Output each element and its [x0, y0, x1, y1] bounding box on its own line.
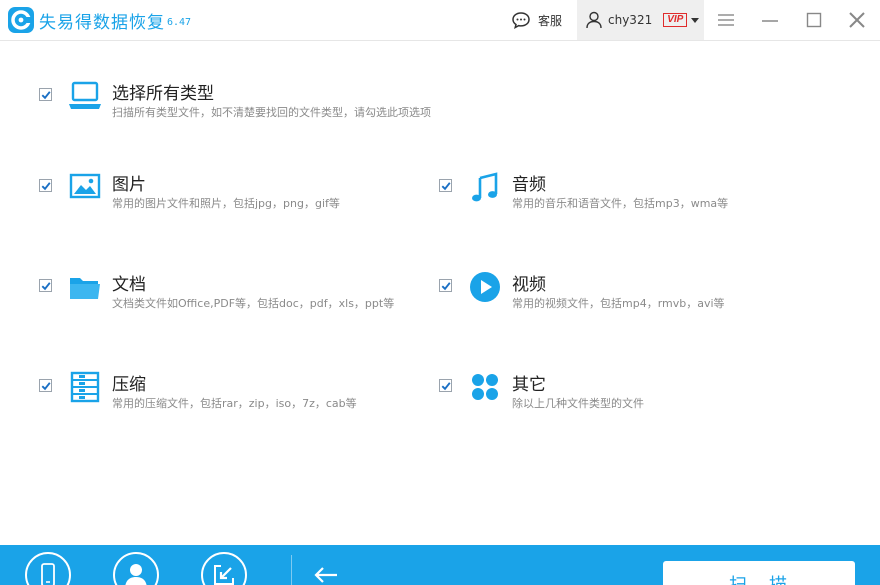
category-title: 视频 [512, 275, 546, 295]
category-title: 其它 [512, 375, 546, 395]
person-icon [125, 564, 147, 585]
toolbar-divider [291, 555, 292, 585]
category-description: 文档类文件如Office,PDF等，包括doc，pdf，xls，ppt等 [112, 297, 395, 310]
chat-bubble-icon [512, 12, 530, 29]
menu-icon[interactable] [716, 10, 736, 30]
category-title: 选择所有类型 [112, 84, 214, 104]
app-logo-icon [8, 7, 34, 33]
checkmark-icon [41, 182, 51, 191]
laptop-icon [69, 81, 101, 109]
image-icon [69, 173, 101, 199]
category-description: 常用的音乐和语音文件，包括mp3，wma等 [512, 197, 729, 210]
user-icon [586, 11, 602, 29]
user-menu[interactable]: chy321 VIP [577, 0, 704, 40]
account-button[interactable] [113, 552, 159, 585]
scan-button-label: 扫描 [729, 571, 809, 585]
checkmark-icon [41, 382, 51, 391]
category-video-checkbox[interactable] [439, 279, 452, 292]
app-version: 6.47 [167, 17, 192, 28]
folder-icon [70, 278, 100, 299]
category-documents[interactable]: 文档 文档类文件如Office,PDF等，包括doc，pdf，xls，ppt等 [39, 270, 419, 320]
app-name: 失易得数据恢复 [39, 13, 165, 33]
play-icon [470, 272, 500, 302]
category-images-checkbox[interactable] [39, 179, 52, 192]
export-arrow-icon [214, 565, 234, 585]
category-video[interactable]: 视频 常用的视频文件，包括mp4，rmvb，avi等 [439, 270, 819, 320]
category-title: 压缩 [112, 375, 146, 395]
support-label: 客服 [538, 13, 563, 28]
category-others[interactable]: 其它 除以上几种文件类型的文件 [439, 370, 819, 420]
archive-icon [70, 371, 100, 403]
checkmark-icon [441, 382, 451, 391]
chevron-down-icon[interactable] [691, 17, 700, 23]
minimize-icon[interactable] [760, 10, 780, 30]
category-audio-checkbox[interactable] [439, 179, 452, 192]
scan-button[interactable]: 扫描 [663, 561, 855, 585]
category-title: 音频 [512, 175, 546, 195]
category-title: 文档 [112, 275, 146, 295]
bottom-toolbar: 扫描 [0, 545, 880, 585]
phone-icon [41, 563, 55, 585]
music-note-icon [472, 172, 498, 202]
category-audio[interactable]: 音频 常用的音乐和语音文件，包括mp3，wma等 [439, 170, 819, 220]
phone-recovery-button[interactable] [25, 552, 71, 585]
support-button[interactable]: 客服 [511, 9, 562, 31]
category-all-checkbox[interactable] [39, 88, 52, 101]
vip-badge: VIP [663, 13, 688, 27]
checkmark-icon [41, 91, 51, 100]
category-others-checkbox[interactable] [439, 379, 452, 392]
export-button[interactable] [201, 552, 247, 585]
grid-dots-icon [472, 374, 498, 400]
category-description: 常用的压缩文件，包括rar，zip，iso，7z，cab等 [112, 397, 357, 410]
category-all[interactable]: 选择所有类型 扫描所有类型文件，如不清楚要找回的文件类型，请勾选此项选项 [39, 79, 519, 129]
category-images[interactable]: 图片 常用的图片文件和照片，包括jpg，png，gif等 [39, 170, 419, 220]
category-description: 除以上几种文件类型的文件 [512, 397, 644, 410]
checkmark-icon [41, 282, 51, 291]
close-icon[interactable] [847, 10, 867, 30]
category-archives-checkbox[interactable] [39, 379, 52, 392]
category-description: 常用的视频文件，包括mp4，rmvb，avi等 [512, 297, 725, 310]
category-documents-checkbox[interactable] [39, 279, 52, 292]
title-bar: 失易得数据恢复 6.47 客服 chy321 VIP [0, 0, 880, 41]
back-arrow-icon[interactable] [313, 565, 339, 585]
category-archives[interactable]: 压缩 常用的压缩文件，包括rar，zip，iso，7z，cab等 [39, 370, 419, 420]
category-description: 常用的图片文件和照片，包括jpg，png，gif等 [112, 197, 340, 210]
category-description: 扫描所有类型文件，如不清楚要找回的文件类型，请勾选此项选项 [112, 106, 431, 119]
user-name: chy321 [608, 13, 653, 27]
category-title: 图片 [112, 175, 146, 195]
checkmark-icon [441, 182, 451, 191]
maximize-icon[interactable] [804, 10, 824, 30]
checkmark-icon [441, 282, 451, 291]
